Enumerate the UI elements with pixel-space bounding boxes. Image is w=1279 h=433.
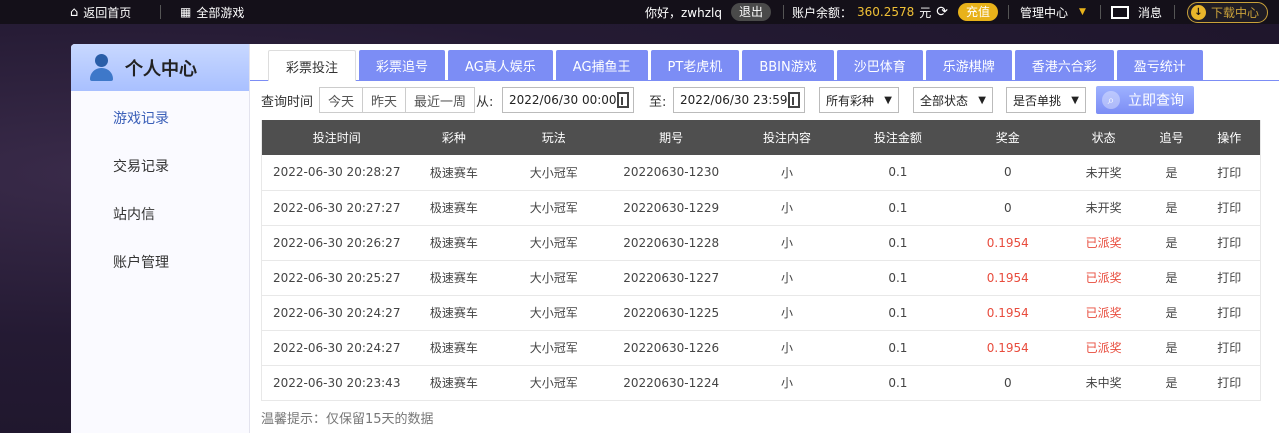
print-link[interactable]: 打印 (1199, 190, 1261, 225)
sidebar: 个人中心 游戏记录 交易记录 站内信 账户管理 (71, 44, 250, 433)
recharge-button[interactable]: 充值 (958, 3, 999, 21)
single-pick-select[interactable]: 是否单挑 ▼ (1006, 87, 1086, 113)
balance: 账户余额： 360.2578 元 ⟳ (792, 4, 949, 20)
manage-menu[interactable]: 管理中心 ▼ (1020, 0, 1086, 24)
greeting: 你好，zwhzlq (645, 5, 722, 20)
tab-bbin[interactable]: BBIN游戏 (742, 50, 834, 81)
table-row: 2022-06-30 20:24:27 极速赛车 大小冠军 20220630-122… (261, 295, 1261, 330)
calendar-icon[interactable] (787, 92, 800, 108)
home-link[interactable]: ⌂ 返回首页 (70, 0, 131, 24)
table-row: 2022-06-30 20:25:27 极速赛车 大小冠军 20220630-122… (261, 260, 1261, 295)
sidebar-item-inbox[interactable]: 站内信 (113, 204, 155, 224)
personal-center-panel: 个人中心 游戏记录 交易记录 站内信 账户管理 彩票投注 彩票追号 AG真人娱乐… (71, 44, 1279, 433)
tab-saba-sports[interactable]: 沙巴体育 (836, 50, 923, 81)
query-button[interactable]: ⌕ 立即查询 (1096, 86, 1194, 114)
bet-records-table: 投注时间 彩种 玩法 期号 投注内容 投注金额 奖金 状态 追号 操作 2022… (261, 120, 1261, 401)
print-link[interactable]: 打印 (1199, 295, 1261, 330)
download-center-button[interactable]: ↓ 下载中心 (1187, 1, 1269, 23)
tab-ag-live[interactable]: AG真人娱乐 (448, 50, 553, 81)
table-row: 2022-06-30 20:28:27 极速赛车 大小冠军 20220630-123… (261, 155, 1261, 190)
col-content: 投注内容 (763, 131, 812, 145)
top-bar: ⌂ 返回首页 ▦ 全部游戏 你好，zwhzlq 退出 账户余额： 360.257… (0, 0, 1279, 24)
col-prize: 奖金 (995, 131, 1020, 145)
game-tabs: 彩票投注 彩票追号 AG真人娱乐 AG捕鱼王 PT老虎机 BBIN游戏 沙巴体育… (268, 50, 1203, 81)
table-row: 2022-06-30 20:26:27 极速赛车 大小冠军 20220630-122… (261, 225, 1261, 260)
col-amount: 投注金额 (873, 131, 922, 145)
col-chase: 追号 (1159, 131, 1184, 145)
query-time-label: 查询时间 (261, 94, 314, 110)
col-bet-time: 投注时间 (312, 131, 361, 145)
quick-range-group: 今天 昨天 最近一周 (319, 87, 476, 113)
lottery-type-select[interactable]: 所有彩种 ▼ (819, 87, 899, 113)
today-button[interactable]: 今天 (320, 88, 364, 112)
caret-down-icon: ▼ (884, 94, 892, 106)
col-lottery: 彩种 (441, 131, 466, 145)
retention-tip: 温馨提示：仅保留15天的数据 (261, 412, 434, 427)
col-action: 操作 (1217, 131, 1242, 145)
table-row: 2022-06-30 20:27:27 极速赛车 大小冠军 20220630-122… (261, 190, 1261, 225)
print-link[interactable]: 打印 (1199, 155, 1261, 190)
table-row: 2022-06-30 20:23:43 极速赛车 大小冠军 20220630-122… (261, 365, 1261, 400)
to-date-input[interactable]: 2022/06/30 23:59 (673, 87, 805, 113)
balance-value: 360.2578 (857, 5, 915, 19)
grid-icon: ▦ (180, 5, 192, 19)
calendar-icon[interactable] (616, 92, 629, 108)
tab-profit-stats[interactable]: 盈亏统计 (1116, 50, 1203, 81)
search-icon: ⌕ (1102, 91, 1120, 109)
tab-ag-fishing[interactable]: AG捕鱼王 (555, 50, 648, 81)
caret-down-icon: ▼ (1079, 7, 1086, 17)
tab-lottery-chase[interactable]: 彩票追号 (359, 50, 446, 81)
print-link[interactable]: 打印 (1199, 330, 1261, 365)
caret-down-icon: ▼ (1071, 94, 1079, 106)
download-icon: ↓ (1191, 4, 1206, 20)
tab-leyou-cards[interactable]: 乐游棋牌 (925, 50, 1012, 81)
print-link[interactable]: 打印 (1199, 260, 1261, 295)
to-label: 至: (649, 94, 667, 110)
tab-pt-slots[interactable]: PT老虎机 (650, 50, 740, 81)
table-header-row: 投注时间 彩种 玩法 期号 投注内容 投注金额 奖金 状态 追号 操作 (261, 120, 1261, 155)
col-issue: 期号 (659, 131, 684, 145)
col-status: 状态 (1091, 131, 1116, 145)
yesterday-button[interactable]: 昨天 (363, 88, 407, 112)
sidebar-item-transactions[interactable]: 交易记录 (113, 156, 169, 176)
from-label: 从: (476, 94, 494, 110)
logout-button[interactable]: 退出 (731, 3, 772, 21)
sidebar-title: 个人中心 (125, 58, 197, 80)
mail-icon (1111, 5, 1129, 19)
col-play: 玩法 (541, 131, 566, 145)
tab-hk-marksix[interactable]: 香港六合彩 (1014, 50, 1114, 81)
caret-down-icon: ▼ (978, 94, 986, 106)
sidebar-header: 个人中心 (71, 44, 249, 91)
last-week-button[interactable]: 最近一周 (406, 88, 474, 112)
sidebar-item-account[interactable]: 账户管理 (113, 252, 169, 272)
refresh-icon[interactable]: ⟳ (936, 4, 948, 20)
table-row: 2022-06-30 20:24:27 极速赛车 大小冠军 20220630-122… (261, 330, 1261, 365)
status-select[interactable]: 全部状态 ▼ (913, 87, 993, 113)
all-games-link[interactable]: ▦ 全部游戏 (180, 0, 244, 24)
sidebar-item-game-records[interactable]: 游戏记录 (113, 108, 169, 128)
user-icon (89, 53, 113, 82)
home-icon: ⌂ (70, 4, 79, 20)
messages-link[interactable]: 消息 (1111, 0, 1162, 24)
print-link[interactable]: 打印 (1199, 365, 1261, 400)
from-date-input[interactable]: 2022/06/30 00:00 (502, 87, 634, 113)
tab-lottery-bets[interactable]: 彩票投注 (268, 50, 357, 81)
print-link[interactable]: 打印 (1199, 225, 1261, 260)
